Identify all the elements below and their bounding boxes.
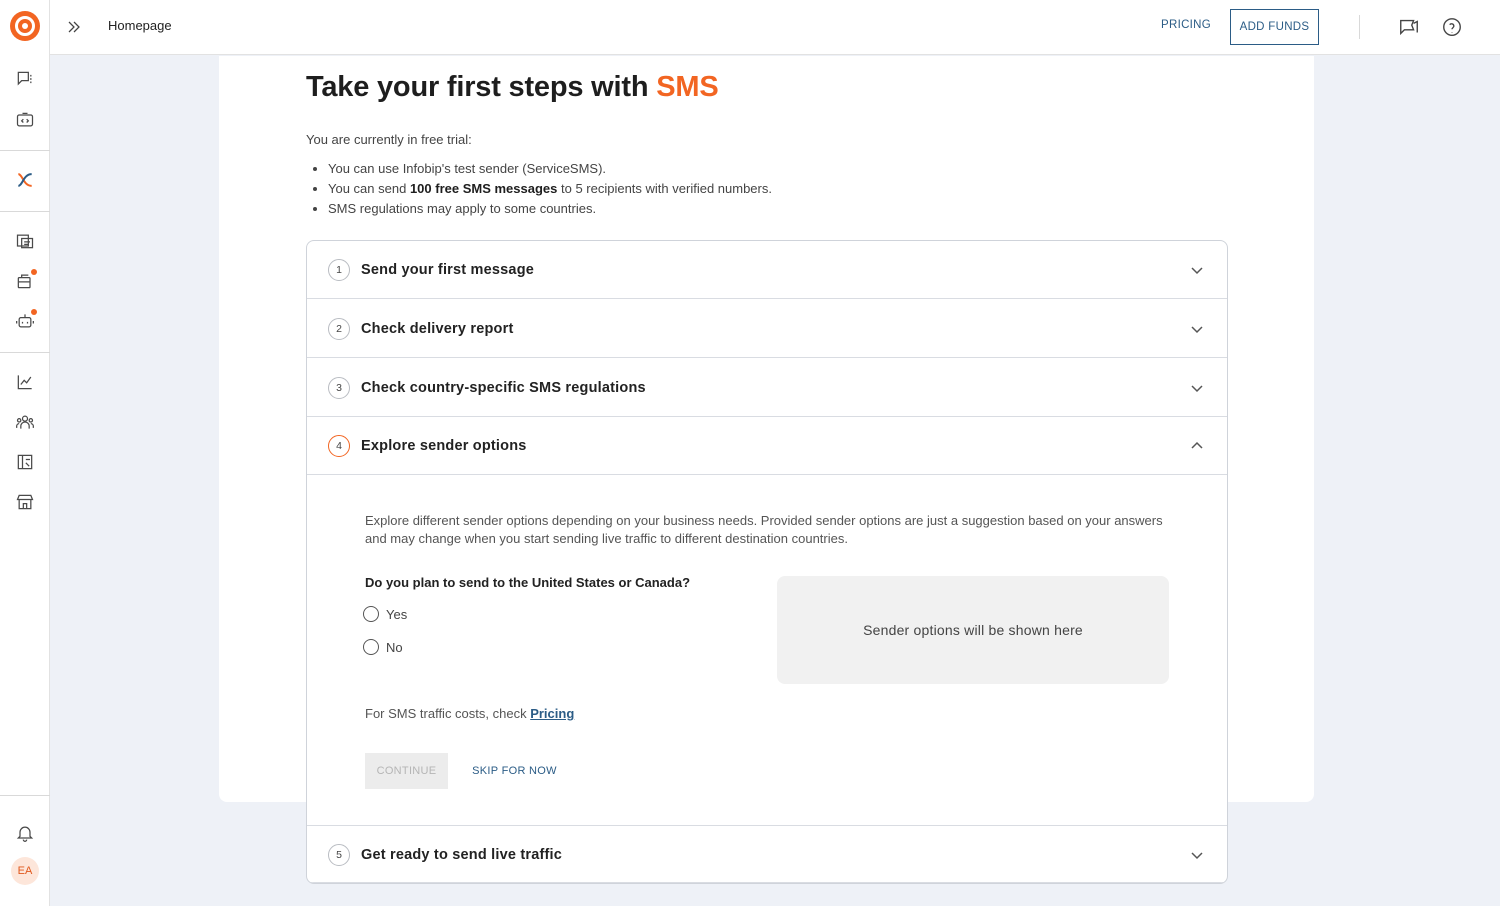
bullet-item: SMS regulations may apply to some countr… <box>328 201 772 221</box>
help-icon[interactable] <box>1441 16 1463 38</box>
notification-dot <box>31 309 37 315</box>
channels-icon[interactable] <box>13 269 37 293</box>
step-label: Check country-specific SMS regulations <box>361 380 646 396</box>
people-icon[interactable] <box>13 410 37 434</box>
step-label: Send your first message <box>361 262 535 278</box>
sidebar: EA <box>0 0 50 906</box>
traffic-cost-note: For SMS traffic costs, check Pricing <box>365 706 575 721</box>
moments-icon[interactable] <box>13 168 37 192</box>
announcements-icon[interactable] <box>1398 16 1420 38</box>
notification-dot <box>31 269 37 275</box>
step-label: Check delivery report <box>361 321 514 337</box>
infobip-logo[interactable] <box>10 11 40 41</box>
step-5-header[interactable]: 5 Get ready to send live traffic <box>307 825 1227 883</box>
bullet-item: You can use Infobip's test sender (Servi… <box>328 161 772 181</box>
add-funds-button[interactable]: ADD FUNDS <box>1230 9 1319 45</box>
chevron-down-icon <box>1189 380 1205 396</box>
top-header: Homepage PRICING ADD FUNDS <box>50 0 1500 55</box>
step-3-header[interactable]: 3 Check country-specific SMS regulations <box>307 359 1227 417</box>
page-title: Take your first steps with SMS <box>306 71 719 103</box>
sender-options-description: Explore different sender options dependi… <box>365 513 1163 546</box>
chevron-down-icon <box>1189 847 1205 863</box>
analytics-icon[interactable] <box>13 370 37 394</box>
continue-button[interactable]: CONTINUE <box>365 753 448 789</box>
exchange-icon[interactable] <box>13 450 37 474</box>
radio-button[interactable] <box>363 606 379 622</box>
chevron-down-icon <box>1189 262 1205 278</box>
skip-for-now-button[interactable]: SKIP FOR NOW <box>467 753 562 789</box>
sender-options-placeholder: Sender options will be shown here <box>777 576 1169 684</box>
breadcrumb: Homepage <box>108 18 172 33</box>
campaigns-icon[interactable] <box>13 229 37 253</box>
trial-intro: You are currently in free trial: <box>306 132 472 147</box>
step-4-header[interactable]: 4 Explore sender options <box>307 417 1227 475</box>
step-number-active: 4 <box>328 435 350 457</box>
bullet-item: You can send 100 free SMS messages to 5 … <box>328 181 772 201</box>
pricing-link[interactable]: PRICING <box>1161 19 1211 31</box>
step-number: 5 <box>328 844 350 866</box>
developer-tools-icon[interactable] <box>13 108 37 132</box>
step-2-header[interactable]: 2 Check delivery report <box>307 300 1227 358</box>
header-divider <box>1359 15 1360 39</box>
expand-sidebar-icon[interactable] <box>64 17 84 37</box>
step-1-header[interactable]: 1 Send your first message <box>307 241 1227 299</box>
radio-option-yes[interactable]: Yes <box>363 605 407 623</box>
step-number: 1 <box>328 259 350 281</box>
radio-label: No <box>386 639 403 655</box>
pricing-inline-link[interactable]: Pricing <box>530 706 574 721</box>
avatar[interactable]: EA <box>11 857 39 885</box>
radio-option-no[interactable]: No <box>363 638 403 656</box>
radio-label: Yes <box>386 606 408 622</box>
step-number: 3 <box>328 377 350 399</box>
notifications-icon[interactable] <box>13 821 37 845</box>
title-accent: SMS <box>656 71 719 103</box>
step-number: 2 <box>328 318 350 340</box>
step-label: Explore sender options <box>361 438 527 454</box>
marketplace-icon[interactable] <box>13 490 37 514</box>
us-canada-question: Do you plan to send to the United States… <box>365 575 691 590</box>
steps-accordion: 1 Send your first message 2 Check delive… <box>306 240 1228 884</box>
chevron-up-icon <box>1189 438 1205 454</box>
trial-bullets: You can use Infobip's test sender (Servi… <box>328 161 772 221</box>
step-label: Get ready to send live traffic <box>361 847 563 863</box>
radio-button[interactable] <box>363 639 379 655</box>
conversations-icon[interactable] <box>13 67 37 91</box>
chatbots-icon[interactable] <box>13 309 37 333</box>
chevron-down-icon <box>1189 321 1205 337</box>
